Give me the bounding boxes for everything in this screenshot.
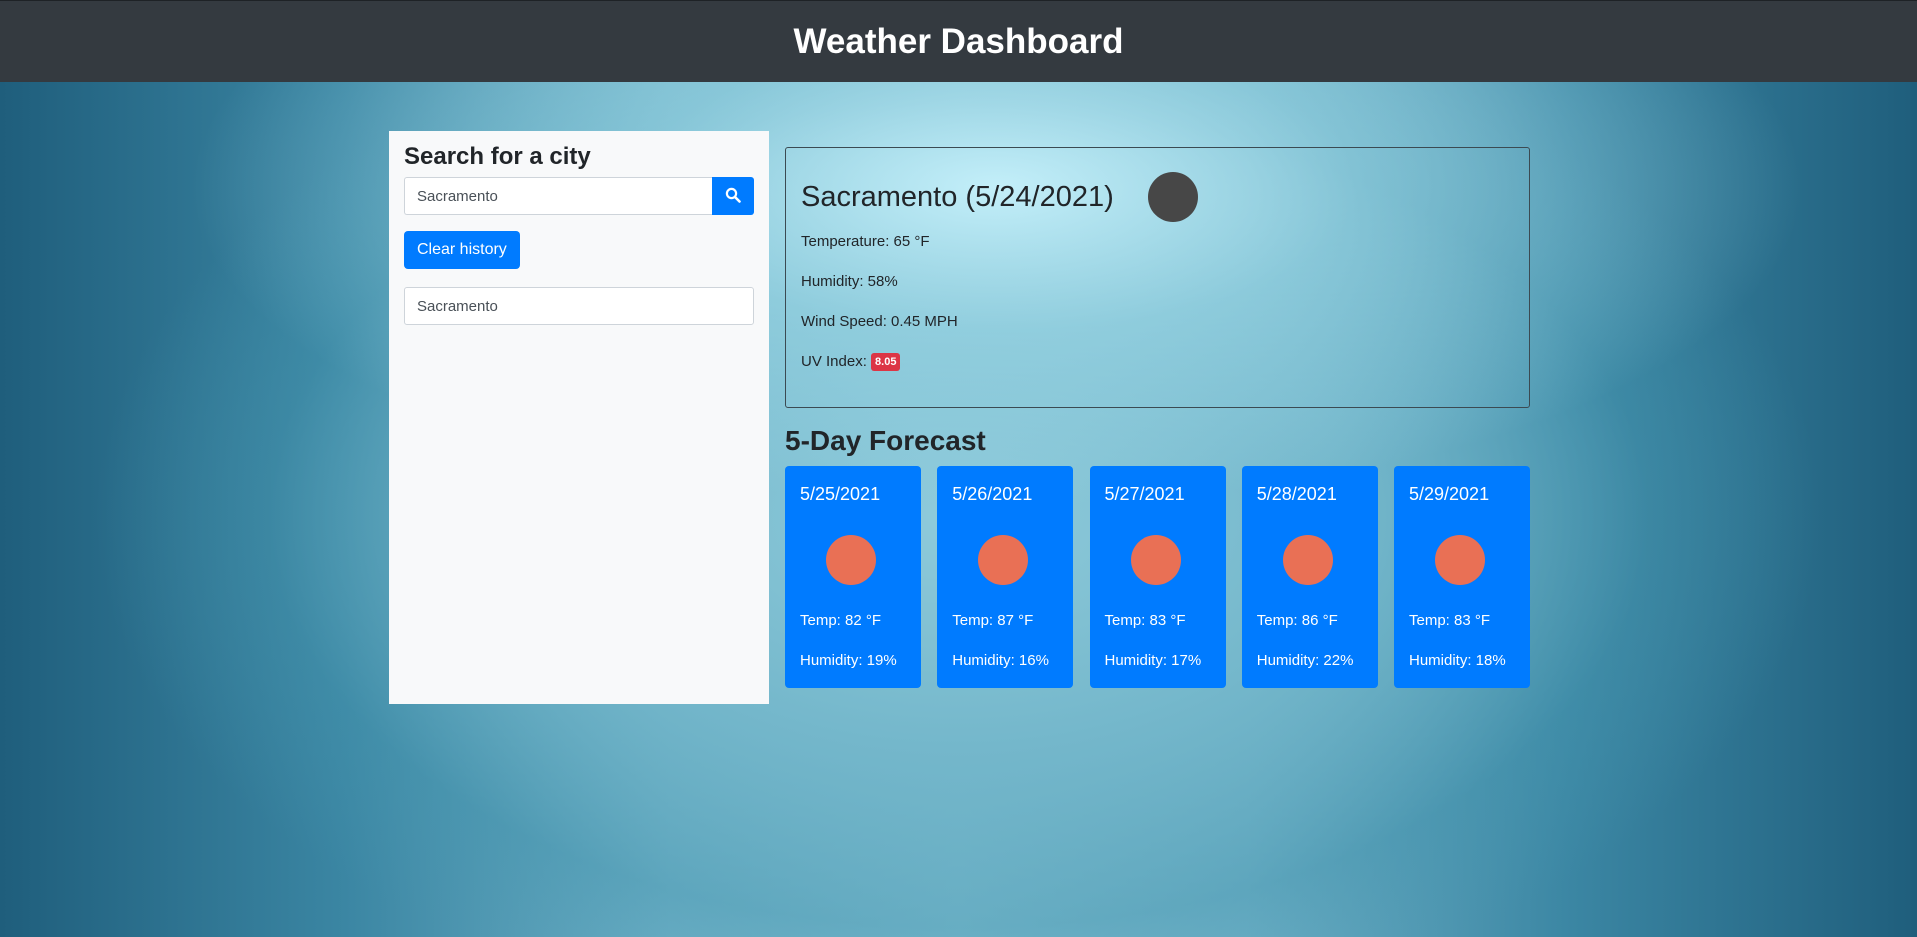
forecast-date: 5/26/2021 [952,484,1033,504]
forecast-card: 5/26/2021 Temp: 87 °F Humidity: 16% [937,466,1074,688]
current-weather-card: Sacramento (5/24/2021) Temperature: 65 °… [785,147,1530,408]
forecast-row: 5/25/2021 Temp: 82 °F Humidity: 19% 5/26… [785,466,1530,688]
search-row [404,177,754,215]
forecast-temp: Temp: 83 °F [1104,612,1186,629]
search-icon [725,187,741,206]
current-city-date: Sacramento (5/24/2021) [801,180,1114,213]
forecast-humidity: Humidity: 22% [1256,652,1354,669]
forecast-card: 5/25/2021 Temp: 82 °F Humidity: 19% [785,466,921,688]
forecast-card: 5/27/2021 Temp: 83 °F Humidity: 17% [1089,466,1226,688]
forecast-date: 5/27/2021 [1104,484,1185,504]
forecast-date: 5/29/2021 [1409,484,1490,504]
app-title: Weather Dashboard [793,21,1124,61]
forecast-temp: Temp: 86 °F [1256,612,1338,629]
forecast-humidity: Humidity: 17% [1104,652,1202,669]
current-humidity: Humidity: 58% [801,273,898,290]
clear-history-button[interactable]: Clear history [404,231,520,269]
city-search-input[interactable] [404,177,712,215]
navbar: Weather Dashboard [0,0,1917,82]
forecast-card: 5/29/2021 Temp: 83 °F Humidity: 18% [1394,466,1530,688]
forecast-temp: Temp: 87 °F [952,612,1034,629]
search-heading: Search for a city [404,143,591,170]
sun-icon [1435,535,1485,585]
forecast-temp: Temp: 82 °F [800,612,882,629]
current-temperature: Temperature: 65 °F [801,233,930,250]
search-history: Sacramento [404,287,754,325]
forecast-date: 5/25/2021 [800,484,881,504]
search-button[interactable] [712,177,754,215]
current-uv-index: UV Index: 8.05 [801,342,1514,382]
forecast-humidity: Humidity: 16% [952,652,1049,669]
forecast-title: 5-Day Forecast [785,425,986,456]
sun-icon [1282,535,1333,585]
forecast-temp: Temp: 83 °F [1409,612,1491,629]
current-weather-header: Sacramento (5/24/2021) [801,172,1514,222]
history-item[interactable]: Sacramento [404,287,754,325]
sun-icon [826,535,876,585]
sun-icon [1130,535,1181,585]
forecast-card: 5/28/2021 Temp: 86 °F Humidity: 22% [1241,466,1378,688]
uv-index-badge: 8.05 [871,353,901,372]
search-sidebar: Search for a city Clear history Sacramen… [389,131,769,704]
uv-index-label: UV Index: [801,353,867,370]
forecast-date: 5/28/2021 [1256,484,1337,504]
forecast-humidity: Humidity: 19% [800,652,897,669]
sun-icon [978,535,1029,585]
forecast-humidity: Humidity: 18% [1409,652,1506,669]
current-wind-speed: Wind Speed: 0.45 MPH [801,313,958,330]
weather-condition-icon [1147,172,1198,222]
